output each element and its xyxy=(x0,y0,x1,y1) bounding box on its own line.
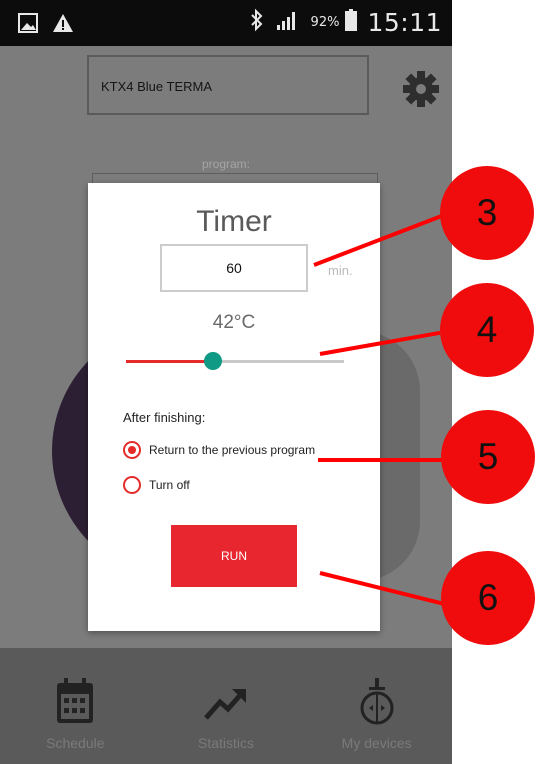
program-label: program: xyxy=(201,157,251,171)
signal-icon xyxy=(275,9,301,36)
after-finishing-label: After finishing: xyxy=(123,410,206,425)
timer-dialog: Timer min. 42°C After finishing: Return … xyxy=(88,183,380,631)
callout-6: 6 xyxy=(441,551,535,645)
unit-label: min. xyxy=(328,263,353,278)
nav-label: Schedule xyxy=(46,735,105,751)
callout-4: 4 xyxy=(440,283,534,377)
gear-icon[interactable] xyxy=(402,70,440,113)
battery-icon xyxy=(345,9,358,36)
clock: 15:11 xyxy=(367,8,442,37)
phone-screen: 92% 15:11 KTX4 Blue TERMA program: Sched… xyxy=(0,0,452,764)
option-turn-off[interactable]: Turn off xyxy=(123,476,190,494)
slider-fill xyxy=(126,360,214,363)
callout-3: 3 xyxy=(440,166,534,260)
option-label: Return to the previous program xyxy=(149,443,316,457)
callout-line-5 xyxy=(318,458,448,462)
trend-icon xyxy=(204,678,248,731)
gallery-notification-icon xyxy=(18,13,38,38)
nav-my-devices[interactable]: My devices xyxy=(301,648,452,764)
radio-button[interactable] xyxy=(123,441,141,459)
nav-label: My devices xyxy=(341,735,412,751)
device-selector[interactable]: KTX4 Blue TERMA xyxy=(87,55,369,115)
radio-button[interactable] xyxy=(123,476,141,494)
battery-percent: 92% xyxy=(310,15,340,30)
calendar-icon xyxy=(55,678,95,731)
status-bar: 92% 15:11 xyxy=(0,0,452,46)
option-return-previous[interactable]: Return to the previous program xyxy=(123,441,315,459)
device-icon xyxy=(359,678,395,731)
callout-5: 5 xyxy=(441,410,535,504)
bluetooth-icon xyxy=(249,8,265,37)
temperature-slider[interactable] xyxy=(126,351,344,371)
bottom-navigation: Schedule Statistics My devices xyxy=(0,648,452,764)
dialog-title: Timer xyxy=(196,205,272,238)
temperature-value: 42°C xyxy=(212,312,256,333)
timer-input[interactable] xyxy=(160,244,308,292)
option-label: Turn off xyxy=(149,478,190,492)
nav-statistics[interactable]: Statistics xyxy=(151,648,302,764)
device-name: KTX4 Blue TERMA xyxy=(101,79,213,94)
nav-label: Statistics xyxy=(198,735,255,751)
nav-schedule[interactable]: Schedule xyxy=(0,648,151,764)
warning-icon xyxy=(52,13,74,38)
slider-thumb[interactable] xyxy=(204,352,223,370)
run-button[interactable]: RUN xyxy=(171,525,297,587)
